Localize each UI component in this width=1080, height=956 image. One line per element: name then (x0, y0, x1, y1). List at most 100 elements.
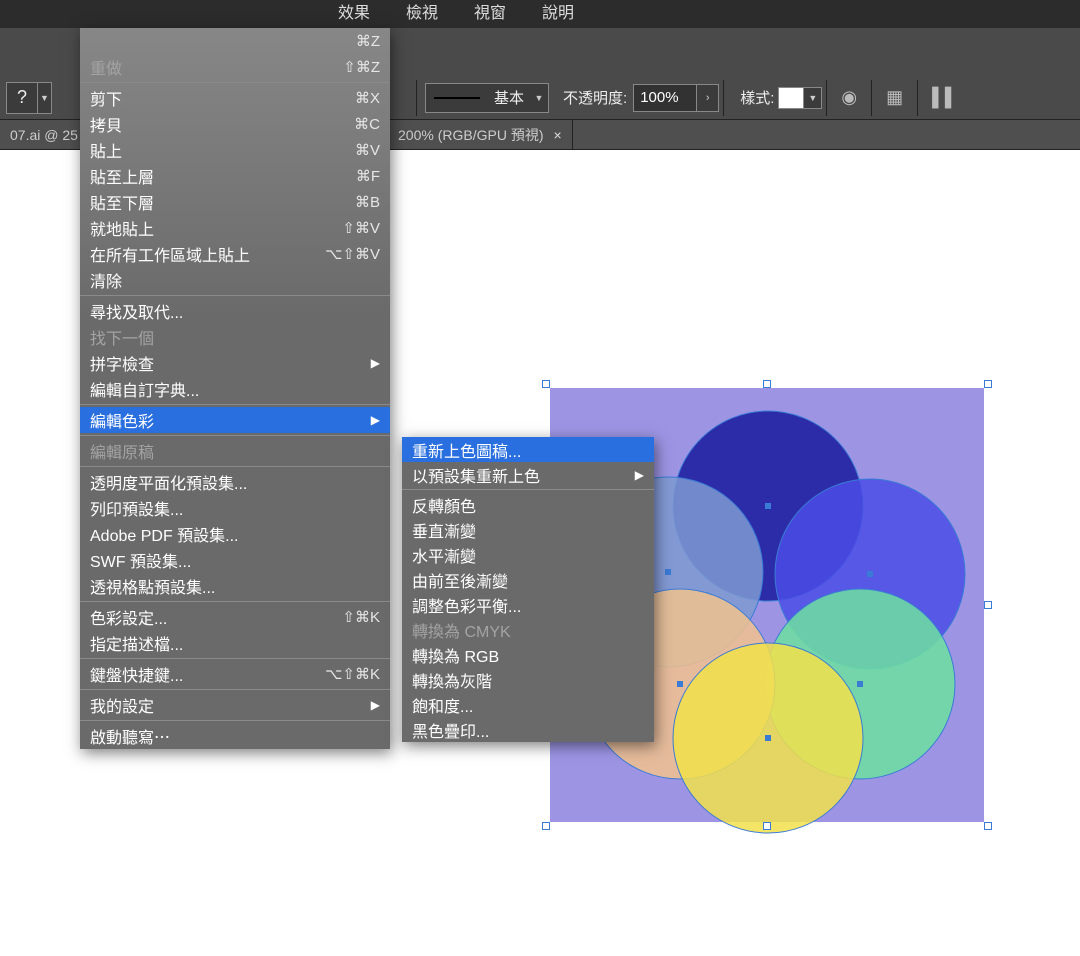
separator (871, 80, 872, 116)
menu-view[interactable]: 檢視 (388, 0, 456, 28)
menu-item-paste-all[interactable]: 在所有工作區域上貼上⌥⇧⌘V (80, 241, 390, 267)
menu-item-paste-front[interactable]: 貼至上層 ⌘F (80, 163, 390, 189)
menu-item-cut[interactable]: 剪下⌘X (80, 85, 390, 111)
resize-handle[interactable] (763, 380, 771, 388)
help-dropdown[interactable]: ▼ (38, 82, 52, 114)
menu-item-recolor-preset[interactable]: 以預設集重新上色▶ (402, 462, 654, 487)
menu-item-label: 找下一個 (90, 325, 380, 349)
menu-item-find[interactable]: 尋找及取代... (80, 298, 390, 324)
menu-item-profile[interactable]: 指定描述檔... (80, 630, 390, 656)
menu-item-cmyk: 轉換為 CMYK (402, 617, 654, 642)
transform-icon[interactable]: ▌▌ (932, 87, 958, 108)
menu-item-label: 轉換為 RGB (412, 643, 644, 667)
submenu-arrow-icon: ▶ (366, 698, 380, 712)
menu-item-vgrad[interactable]: 垂直漸變 (402, 517, 654, 542)
menu-item-label: 貼至上層 (90, 164, 336, 188)
menu-item-paste-place[interactable]: 就地貼上 ⇧⌘V (80, 215, 390, 241)
menu-item-label: 水平漸變 (412, 543, 644, 567)
menu-item-recolor[interactable]: 重新上色圖稿... (402, 437, 654, 462)
resize-handle[interactable] (763, 822, 771, 830)
menu-separator (80, 689, 390, 690)
submenu-arrow-icon: ▶ (366, 413, 380, 427)
menu-separator (80, 720, 390, 721)
menu-item-gray[interactable]: 轉換為灰階 (402, 667, 654, 692)
opacity-stepper[interactable]: › (697, 84, 719, 112)
menu-separator (80, 601, 390, 602)
menu-item-shortcut: ⌘Z (356, 32, 380, 50)
menu-item-paste-back[interactable]: 貼至下層 ⌘B (80, 189, 390, 215)
menu-item-persp[interactable]: 透視格點預設集... (80, 573, 390, 599)
menu-item-shortcut: ⌘B (355, 193, 380, 211)
menu-item-shortcut: ⌥⇧⌘K (325, 665, 380, 683)
menu-item-paste[interactable]: 貼上⌘V (80, 137, 390, 163)
resize-handle[interactable] (542, 822, 550, 830)
graphic-style-dropdown[interactable]: ▼ (804, 87, 822, 109)
resize-handle[interactable] (542, 380, 550, 388)
menu-item-label: 轉換為灰階 (412, 668, 644, 692)
menu-item-redo: 重做⇧⌘Z (80, 54, 390, 80)
graphic-style-swatch[interactable] (778, 87, 804, 109)
menu-item-overprint[interactable]: 黑色疊印... (402, 717, 654, 742)
menu-item-label: 以預設集重新上色 (412, 463, 630, 487)
chevron-down-icon: ▼ (530, 93, 548, 103)
menu-item-label: 列印預設集... (90, 496, 380, 520)
menu-separator (80, 295, 390, 296)
menu-item-dict[interactable]: 編輯自訂字典... (80, 376, 390, 402)
menu-separator (80, 658, 390, 659)
opacity-input[interactable]: 100% (633, 84, 697, 112)
menu-item-label: Adobe PDF 預設集... (90, 522, 380, 546)
menu-item-label: 拼字檢查 (90, 351, 366, 375)
menu-item-label: 就地貼上 (90, 216, 322, 240)
menu-item-label: 貼至下層 (90, 190, 335, 214)
menu-help[interactable]: 說明 (524, 0, 592, 28)
menu-item-shortcut: ⇧⌘V (342, 219, 380, 237)
close-icon[interactable]: × (553, 120, 561, 150)
menu-item-shortcuts[interactable]: 鍵盤快捷鍵...⌥⇧⌘K (80, 661, 390, 687)
menu-item-label: 黑色疊印... (412, 718, 644, 742)
menu-item-copy[interactable]: 拷貝⌘C (80, 111, 390, 137)
menu-item-label: 透視格點預設集... (90, 574, 380, 598)
recolor-icon[interactable]: ◉ (841, 87, 857, 108)
stroke-style-dropdown[interactable]: 基本 ▼ (425, 83, 549, 113)
resize-handle[interactable] (984, 822, 992, 830)
menu-item-label: 編輯原稿 (90, 439, 380, 463)
align-icon[interactable]: ▦ (886, 87, 903, 108)
help-button[interactable]: ? (6, 82, 38, 114)
menu-item-dictation[interactable]: 啟動聽寫⋯ (80, 723, 390, 749)
menu-item-swf[interactable]: SWF 預設集... (80, 547, 390, 573)
menu-separator (80, 82, 390, 83)
resize-handle[interactable] (984, 601, 992, 609)
menu-item-edit-color[interactable]: 編輯色彩▶ (80, 407, 390, 433)
menu-window[interactable]: 視窗 (456, 0, 524, 28)
resize-handle[interactable] (984, 380, 992, 388)
menu-item-label: 編輯自訂字典... (90, 377, 380, 401)
menu-item-label: 尋找及取代... (90, 299, 380, 323)
menu-item-color-set[interactable]: 色彩設定...⇧⌘K (80, 604, 390, 630)
menu-item-invert[interactable]: 反轉顏色 (402, 492, 654, 517)
menu-item-my-settings[interactable]: 我的設定▶ (80, 692, 390, 718)
menu-item-flat[interactable]: 透明度平面化預設集... (80, 469, 390, 495)
menu-item-label: SWF 預設集... (90, 548, 380, 572)
menu-item-shortcut: ⌘C (354, 115, 380, 133)
menu-item-fbgrad[interactable]: 由前至後漸變 (402, 567, 654, 592)
menu-item-shortcut: ⌘X (355, 89, 380, 107)
submenu-arrow-icon: ▶ (366, 356, 380, 370)
menu-item-pdf[interactable]: Adobe PDF 預設集... (80, 521, 390, 547)
menu-item-spell[interactable]: 拼字檢查▶ (80, 350, 390, 376)
menu-item-label: 垂直漸變 (412, 518, 644, 542)
edit-menu: ⌘Z 重做⇧⌘Z 剪下⌘X拷貝⌘C貼上⌘V貼至上層 ⌘F 貼至下層 ⌘B 就地貼上 ⇧⌘V 在所… (80, 28, 390, 749)
menu-item-sat[interactable]: 飽和度... (402, 692, 654, 717)
menu-item-shortcut: ⌥⇧⌘V (325, 245, 380, 263)
document-tab-label: 200% (RGB/GPU 預視) (398, 120, 543, 150)
menu-item-hgrad[interactable]: 水平漸變 (402, 542, 654, 567)
menu-item-print[interactable]: 列印預設集... (80, 495, 390, 521)
stroke-preview-icon (434, 97, 480, 99)
menu-item-shortcut: ⌘F (356, 167, 380, 185)
menu-item-undo: ⌘Z (80, 28, 390, 54)
menu-effects[interactable]: 效果 (320, 0, 388, 28)
menu-item-clear[interactable]: 清除 (80, 267, 390, 293)
document-tab[interactable]: 07.ai @ 25 (0, 120, 88, 150)
menu-item-balance[interactable]: 調整色彩平衡... (402, 592, 654, 617)
document-tab[interactable]: 200% (RGB/GPU 預視) × (388, 120, 573, 150)
menu-item-rgb[interactable]: 轉換為 RGB (402, 642, 654, 667)
